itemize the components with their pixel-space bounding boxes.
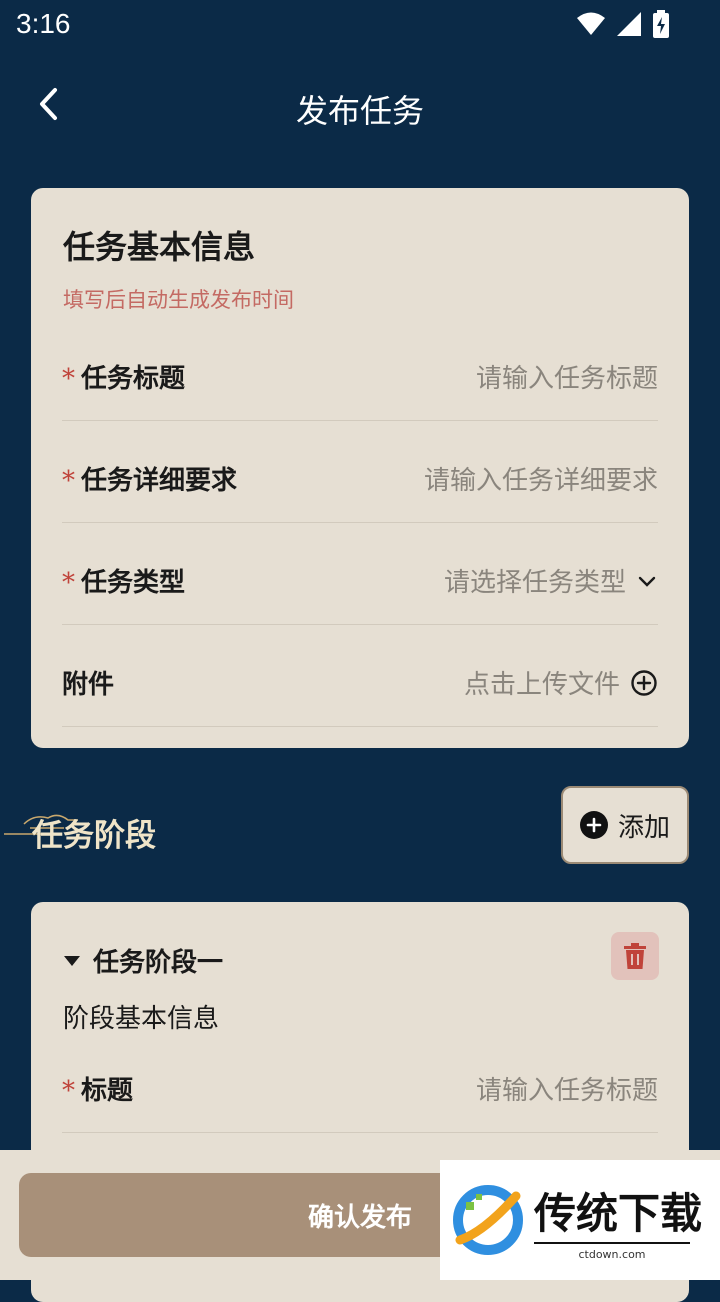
caret-down-icon: [64, 955, 80, 966]
task-type-select[interactable]: 请选择任务类型: [444, 562, 658, 599]
plus-circle-icon: [631, 669, 657, 696]
card-title: 任务基本信息: [63, 228, 256, 266]
stage-section-title: 任务阶段: [32, 818, 156, 854]
task-info-card: 任务基本信息 填写后自动生成发布时间 * 任务标题 请输入任务标题 * 任务详细要求…: [31, 188, 689, 748]
chevron-down-icon: [638, 576, 656, 587]
field-task-type[interactable]: * 任务类型 请选择任务类型: [62, 524, 658, 625]
page-title: 发布任务: [295, 92, 424, 130]
status-bar: 3:16: [0, 0, 720, 50]
required-mark: *: [62, 1076, 75, 1106]
stage-section-header: 任务阶段 添加: [0, 786, 720, 866]
required-mark: *: [62, 364, 75, 394]
task-requirements-input[interactable]: 请输入任务详细要求: [424, 460, 658, 497]
field-label: * 任务类型: [62, 562, 185, 599]
signal-icon: [617, 12, 641, 36]
field-label: * 任务标题: [62, 358, 185, 395]
trash-icon: [624, 943, 646, 969]
select-placeholder: 请选择任务类型: [443, 568, 626, 598]
upload-label: 点击上传文件: [463, 670, 620, 700]
stage-name: 任务阶段一: [93, 948, 224, 978]
field-label-text: 任务类型: [81, 568, 186, 598]
field-label: * 标题: [62, 1070, 133, 1107]
required-mark: *: [62, 466, 75, 496]
status-icons: [576, 10, 670, 38]
field-task-requirements[interactable]: * 任务详细要求 请输入任务详细要求: [62, 422, 658, 523]
stage-collapse-toggle[interactable]: 任务阶段一: [63, 942, 223, 979]
app-bar: 发布任务: [0, 60, 720, 150]
watermark-logo-icon: [453, 1185, 523, 1255]
plus-circle-icon: [579, 811, 608, 839]
field-attachment[interactable]: 附件 点击上传文件: [62, 626, 658, 727]
status-time: 3:16: [16, 8, 71, 39]
delete-stage-button[interactable]: [611, 932, 659, 980]
input-placeholder: 请输入任务详细要求: [423, 466, 658, 496]
watermark-brand: 传统下载: [534, 1189, 703, 1238]
required-mark: *: [62, 568, 75, 598]
field-label-text: 标题: [81, 1076, 134, 1106]
add-stage-label: 添加: [617, 812, 670, 843]
wifi-icon: [577, 12, 605, 35]
watermark-url: ctdown.com: [534, 1242, 690, 1261]
field-label: 附件: [62, 664, 114, 701]
field-stage-title[interactable]: * 标题 请输入任务标题: [62, 1032, 658, 1133]
input-placeholder: 请输入任务标题: [475, 1076, 658, 1106]
task-title-input[interactable]: 请输入任务标题: [476, 358, 658, 395]
card-subtitle: 填写后自动生成发布时间: [63, 288, 294, 312]
input-placeholder: 请输入任务标题: [475, 364, 658, 394]
upload-file-button[interactable]: 点击上传文件: [464, 664, 658, 701]
field-label-text: 附件: [62, 670, 115, 700]
stage-section-label: 阶段基本信息: [63, 1004, 220, 1034]
battery-icon: [653, 10, 669, 38]
field-label-text: 任务标题: [81, 364, 186, 394]
field-label: * 任务详细要求: [62, 460, 237, 497]
field-task-title[interactable]: * 任务标题 请输入任务标题: [62, 320, 658, 421]
field-label-text: 任务详细要求: [81, 466, 238, 496]
watermark: 传统下载 ctdown.com: [440, 1160, 720, 1280]
add-stage-button[interactable]: 添加: [561, 786, 689, 864]
confirm-label: 确认发布: [307, 1202, 412, 1233]
stage-title-input[interactable]: 请输入任务标题: [476, 1070, 658, 1107]
